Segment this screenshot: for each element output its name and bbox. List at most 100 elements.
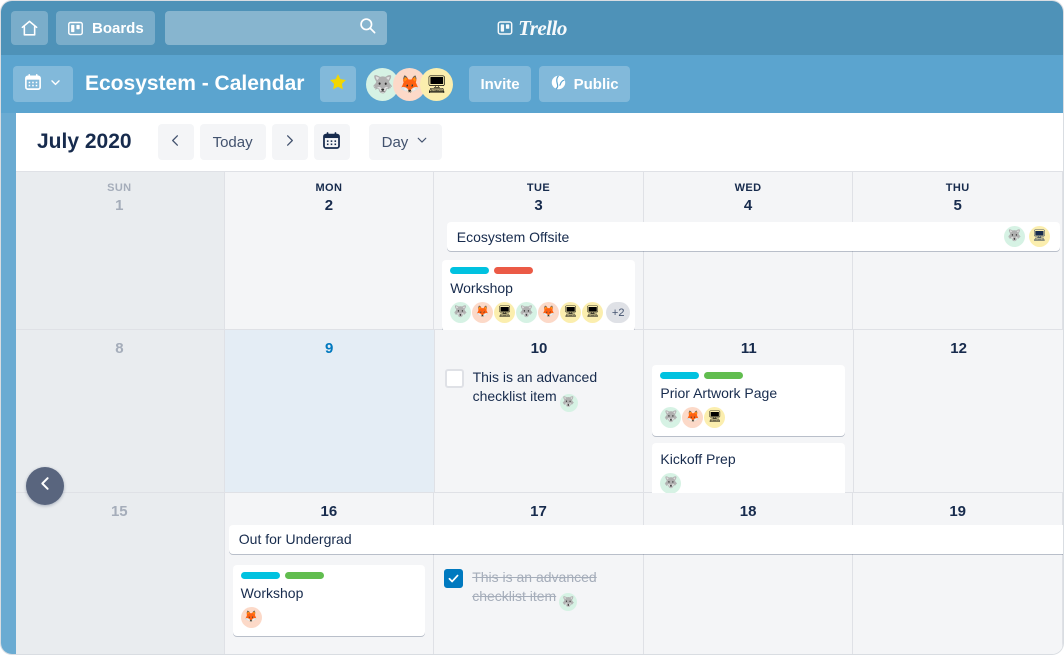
day-number: 9 <box>325 340 334 357</box>
star-board-button[interactable] <box>320 66 357 102</box>
avatar[interactable]: 🖥 <box>494 302 516 323</box>
chevron-down-icon <box>415 133 429 151</box>
previous-period-button[interactable] <box>157 124 194 160</box>
calendar-day-cell[interactable]: 9 <box>224 330 435 492</box>
calendar-day-cell[interactable]: MON 2 <box>224 172 435 329</box>
member-overflow-count[interactable]: +2 <box>606 302 631 323</box>
avatar[interactable]: 🦊 <box>682 407 704 428</box>
avatar[interactable]: 🐺 <box>559 393 578 412</box>
card-labels <box>450 267 627 274</box>
day-content: This is an advanced checklist item 🐺 <box>435 358 644 492</box>
avatar-glyph: 🦊 <box>541 306 556 318</box>
calendar-day-cell[interactable]: 16 Workshop 🦊 <box>224 492 435 654</box>
next-period-button[interactable] <box>271 124 308 160</box>
avatar[interactable]: 🖥 <box>1029 226 1050 247</box>
view-mode-dropdown[interactable]: Day <box>368 124 443 160</box>
invite-button[interactable]: Invite <box>469 66 531 102</box>
checkbox-checked[interactable] <box>444 568 464 588</box>
calendar-day-cell[interactable]: 17 This is an advanced checklist item 🐺 <box>434 492 644 654</box>
avatar[interactable]: 🦊 <box>538 302 560 323</box>
day-header: 9 <box>225 330 434 358</box>
home-button[interactable] <box>11 11 48 45</box>
day-header: 16 <box>225 493 434 521</box>
visibility-button[interactable]: Public <box>538 66 630 102</box>
day-header: 19 <box>853 493 1062 521</box>
checklist-item[interactable]: This is an advanced checklist item 🐺 <box>443 365 636 412</box>
all-day-event-bar[interactable]: Ecosystem Offsite 🐺 🖥 <box>446 222 1060 251</box>
avatar[interactable]: 🦊 <box>240 606 262 628</box>
calendar-day-cell[interactable]: 19 <box>853 492 1063 654</box>
day-header: 8 <box>15 330 224 358</box>
card-title: Workshop <box>450 280 513 296</box>
label-red <box>494 267 534 274</box>
home-icon <box>20 19 39 38</box>
avatar[interactable]: 🐺 <box>516 302 538 323</box>
search-icon[interactable] <box>358 16 377 40</box>
trello-wordmark: Trello <box>518 15 567 40</box>
date-picker-button[interactable] <box>313 124 350 160</box>
avatar[interactable]: 🐺 <box>559 593 578 611</box>
boards-button[interactable]: Boards <box>56 11 155 45</box>
avatar[interactable]: 🐺 <box>1004 226 1025 247</box>
day-of-week-label: THU <box>945 182 970 194</box>
avatar-glyph: 🐺 <box>561 596 575 608</box>
avatar[interactable]: 🐺 <box>660 407 682 428</box>
board-switcher-button[interactable] <box>13 66 73 102</box>
day-number: 17 <box>530 502 547 520</box>
event-card[interactable]: Workshop 🦊 <box>232 564 426 636</box>
label-green <box>704 372 744 379</box>
calendar-day-cell[interactable]: 18 <box>643 492 854 654</box>
day-content <box>15 215 224 329</box>
avatar[interactable]: 🖥 <box>560 302 582 323</box>
today-button[interactable]: Today <box>199 124 266 160</box>
event-card[interactable]: Workshop 🐺 🦊 🖥 🐺 🦊 🖥 🖥 +2 <box>442 260 635 331</box>
card-labels <box>660 372 837 379</box>
day-number: 1 <box>115 197 124 214</box>
avatar-glyph: 🐺 <box>664 411 678 423</box>
avatar[interactable]: 🐺 <box>660 473 682 494</box>
day-number: 8 <box>115 340 124 357</box>
avatar-glyph: 🖥 <box>426 74 448 94</box>
card-title: Workshop <box>240 584 304 601</box>
avatar-glyph: 🐺 <box>562 397 575 408</box>
avatar-glyph: 🐺 <box>1007 230 1022 242</box>
day-number: 10 <box>530 340 548 357</box>
calendar-day-cell[interactable]: SUN 1 <box>15 172 225 329</box>
board-title[interactable]: Ecosystem - Calendar <box>81 72 312 96</box>
trello-brand: Trello <box>1 1 1063 55</box>
avatar-glyph: 🦊 <box>244 610 258 623</box>
checklist-item-label: This is an advanced checklist item <box>472 568 597 604</box>
day-number: 18 <box>739 502 757 520</box>
trello-logo-link[interactable]: Trello <box>497 16 567 41</box>
day-content <box>854 358 1063 492</box>
avatar[interactable]: 🖥 <box>704 407 726 428</box>
search-box[interactable] <box>164 11 387 45</box>
calendar-grid: SUN 1 MON 2 TUE 3 Workshop 🐺 🦊 🖥 🐺 🦊 🖥 🖥… <box>15 171 1063 654</box>
sidebar-toggle-button[interactable] <box>26 467 64 505</box>
all-day-event-title: Ecosystem Offsite <box>456 228 570 245</box>
calendar-day-cell[interactable]: 12 <box>854 330 1063 492</box>
globe-icon <box>550 74 567 95</box>
day-number: 5 <box>953 197 962 214</box>
trello-calendar-app: Boards Trello Ecosystem - Calendar 🐺 🦊 🖥… <box>0 0 1064 655</box>
calendar-day-cell[interactable]: 11 Prior Artwork Page 🐺 🦊 🖥 Kickoff Prep… <box>644 330 855 502</box>
event-card[interactable]: Prior Artwork Page 🐺 🦊 🖥 <box>652 365 846 436</box>
card-title: Kickoff Prep <box>660 451 736 467</box>
avatar[interactable]: 🖥 <box>420 67 454 101</box>
checkbox-unchecked[interactable] <box>444 369 464 388</box>
star-icon <box>328 72 348 97</box>
calendar-day-cell[interactable]: 15 <box>15 492 225 654</box>
all-day-event-bar[interactable]: Out for Undergrad <box>228 524 1063 554</box>
day-header: THU 5 <box>853 172 1062 215</box>
avatar[interactable]: 🦊 <box>472 302 494 323</box>
calendar-day-cell[interactable]: 10 This is an advanced checklist item 🐺 <box>434 330 645 492</box>
label-blue <box>660 372 700 379</box>
avatar[interactable]: 🖥 <box>582 302 604 323</box>
day-of-week-label: WED <box>734 182 762 194</box>
checklist-item[interactable]: This is an advanced checklist item 🐺 <box>442 565 635 611</box>
calendar-week-row: 15 16 Workshop 🦊 17 This is an advanced … <box>15 492 1063 654</box>
search-input[interactable] <box>164 20 358 36</box>
avatar[interactable]: 🐺 <box>450 302 472 323</box>
day-header: 18 <box>644 493 853 521</box>
day-of-week-label: MON <box>315 182 343 194</box>
